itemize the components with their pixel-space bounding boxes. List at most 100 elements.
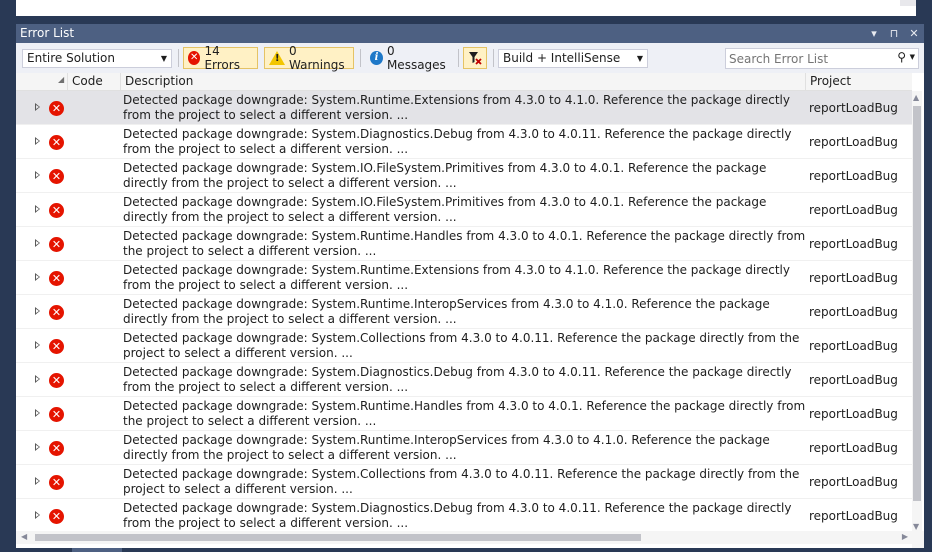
error-icon: ✕ bbox=[49, 237, 64, 252]
error-icon: ✕ bbox=[49, 441, 64, 456]
table-row[interactable]: ✕ Detected package downgrade: System.Diag… bbox=[16, 499, 912, 533]
error-description: Detected package downgrade: System.Colle… bbox=[123, 467, 800, 496]
chevron-down-icon: ▼ bbox=[160, 54, 167, 63]
error-description: Detected package downgrade: System.Diagn… bbox=[123, 365, 792, 394]
vertical-scroll-thumb[interactable] bbox=[913, 106, 921, 501]
clear-filter-button[interactable] bbox=[463, 47, 487, 69]
error-project: reportLoadBug bbox=[809, 135, 898, 149]
vertical-scrollbar[interactable]: ▲ ▼ bbox=[912, 91, 922, 533]
table-row[interactable]: ✕ Detected package downgrade: System.Coll… bbox=[16, 329, 912, 363]
error-description: Detected package downgrade: System.Runti… bbox=[123, 263, 790, 292]
horizontal-scrollbar[interactable]: ◀ ▶ bbox=[16, 531, 912, 544]
error-icon: ✕ bbox=[49, 271, 64, 286]
error-description: Detected package downgrade: System.Diagn… bbox=[123, 127, 792, 156]
editor-scrollbar[interactable] bbox=[900, 0, 916, 6]
table-row[interactable]: ✕ Detected package downgrade: System.Runt… bbox=[16, 431, 912, 465]
column-options-icon[interactable]: ◢ bbox=[58, 75, 64, 84]
error-icon: ✕ bbox=[49, 169, 64, 184]
table-row[interactable]: ✕ Detected package downgrade: System.Diag… bbox=[16, 125, 912, 159]
editor-document-area bbox=[16, 0, 916, 16]
error-description: Detected package downgrade: System.IO.Fi… bbox=[123, 161, 767, 190]
horizontal-scroll-thumb[interactable] bbox=[35, 534, 641, 541]
scroll-up-arrow-icon[interactable]: ▲ bbox=[913, 93, 919, 102]
bottom-tab-indicator bbox=[72, 548, 122, 552]
build-source-combobox[interactable]: Build + IntelliSense ▼ bbox=[498, 49, 648, 68]
warning-icon: ! bbox=[269, 51, 285, 65]
expand-arrow-icon[interactable] bbox=[35, 477, 40, 485]
scroll-left-arrow-icon[interactable]: ◀ bbox=[21, 532, 27, 541]
error-description: Detected package downgrade: System.Runti… bbox=[123, 433, 770, 462]
error-icon: ✕ bbox=[49, 373, 64, 388]
error-icon: ✕ bbox=[49, 339, 64, 354]
error-description: Detected package downgrade: System.Runti… bbox=[123, 297, 770, 326]
panel-title: Error List bbox=[20, 26, 75, 40]
window-position-dropdown-icon[interactable]: ▾ bbox=[868, 27, 880, 41]
column-header-description[interactable]: Description bbox=[120, 73, 805, 90]
info-icon: i bbox=[370, 51, 383, 65]
warnings-count-label: 0 Warnings bbox=[289, 44, 345, 72]
search-icon[interactable]: ⚲ bbox=[897, 50, 906, 64]
messages-filter-button[interactable]: i 0 Messages bbox=[366, 44, 456, 72]
expand-arrow-icon[interactable] bbox=[35, 171, 40, 179]
toolbar-separator bbox=[458, 49, 459, 67]
column-header-code[interactable]: Code bbox=[67, 73, 120, 90]
expand-arrow-icon[interactable] bbox=[35, 307, 40, 315]
error-icon: ✕ bbox=[49, 203, 64, 218]
error-icon: ✕ bbox=[49, 135, 64, 150]
close-icon[interactable]: ✕ bbox=[908, 27, 920, 41]
expand-arrow-icon[interactable] bbox=[35, 239, 40, 247]
scope-combobox[interactable]: Entire Solution ▼ bbox=[22, 49, 172, 68]
filter-icon bbox=[469, 52, 482, 65]
table-row[interactable]: ✕ Detected package downgrade: System.IO.F… bbox=[16, 193, 912, 227]
expand-arrow-icon[interactable] bbox=[35, 409, 40, 417]
error-description: Detected package downgrade: System.Diagn… bbox=[123, 501, 792, 530]
table-row[interactable]: ✕ Detected package downgrade: System.Runt… bbox=[16, 91, 912, 125]
error-project: reportLoadBug bbox=[809, 203, 898, 217]
warnings-filter-button[interactable]: ! 0 Warnings bbox=[264, 44, 354, 72]
error-project: reportLoadBug bbox=[809, 271, 898, 285]
pin-icon[interactable]: ⊓ bbox=[888, 27, 900, 41]
table-row[interactable]: ✕ Detected package downgrade: System.Runt… bbox=[16, 295, 912, 329]
expand-arrow-icon[interactable] bbox=[35, 205, 40, 213]
expand-arrow-icon[interactable] bbox=[35, 443, 40, 451]
error-project: reportLoadBug bbox=[809, 407, 898, 421]
error-project: reportLoadBug bbox=[809, 475, 898, 489]
search-input[interactable] bbox=[729, 50, 889, 67]
error-list-toolbar: Entire Solution ▼ ✕ 14 Errors ! 0 Warnin… bbox=[16, 43, 924, 73]
expand-arrow-icon[interactable] bbox=[35, 103, 40, 111]
error-description: Detected package downgrade: System.IO.Fi… bbox=[123, 195, 767, 224]
scrollbar-corner bbox=[912, 531, 924, 548]
column-header-row: ◢ Code Description Project bbox=[16, 73, 912, 91]
search-options-dropdown-icon[interactable]: ▼ bbox=[910, 53, 915, 61]
error-list-title-bar[interactable]: Error List ▾ ⊓ ✕ bbox=[16, 24, 924, 43]
error-description: Detected package downgrade: System.Runti… bbox=[123, 229, 806, 258]
toolbar-separator bbox=[360, 49, 361, 67]
error-icon: ✕ bbox=[49, 101, 64, 116]
messages-count-label: 0 Messages bbox=[386, 44, 446, 72]
toolbar-separator bbox=[178, 49, 179, 67]
table-row[interactable]: ✕ Detected package downgrade: System.Runt… bbox=[16, 227, 912, 261]
table-row[interactable]: ✕ Detected package downgrade: System.Coll… bbox=[16, 465, 912, 499]
expand-arrow-icon[interactable] bbox=[35, 511, 40, 519]
error-description: Detected package downgrade: System.Colle… bbox=[123, 331, 800, 360]
error-project: reportLoadBug bbox=[809, 339, 898, 353]
error-icon: ✕ bbox=[188, 51, 201, 65]
expand-arrow-icon[interactable] bbox=[35, 341, 40, 349]
expand-arrow-icon[interactable] bbox=[35, 375, 40, 383]
error-icon: ✕ bbox=[49, 407, 64, 422]
expand-arrow-icon[interactable] bbox=[35, 273, 40, 281]
errors-filter-button[interactable]: ✕ 14 Errors bbox=[183, 44, 258, 72]
error-project: reportLoadBug bbox=[809, 237, 898, 251]
table-row[interactable]: ✕ Detected package downgrade: System.Runt… bbox=[16, 397, 912, 431]
error-list-panel: Error List ▾ ⊓ ✕ Entire Solution ▼ ✕ 14 … bbox=[16, 24, 924, 548]
scroll-right-arrow-icon[interactable]: ▶ bbox=[902, 532, 908, 541]
error-icon: ✕ bbox=[49, 475, 64, 490]
table-row[interactable]: ✕ Detected package downgrade: System.IO.F… bbox=[16, 159, 912, 193]
search-box[interactable]: ⚲ ▼ bbox=[725, 48, 919, 69]
errors-count-label: 14 Errors bbox=[204, 44, 240, 72]
column-header-project[interactable]: Project bbox=[805, 73, 912, 90]
table-row[interactable]: ✕ Detected package downgrade: System.Diag… bbox=[16, 363, 912, 397]
expand-arrow-icon[interactable] bbox=[35, 137, 40, 145]
scroll-down-arrow-icon[interactable]: ▼ bbox=[913, 522, 919, 531]
table-row[interactable]: ✕ Detected package downgrade: System.Runt… bbox=[16, 261, 912, 295]
